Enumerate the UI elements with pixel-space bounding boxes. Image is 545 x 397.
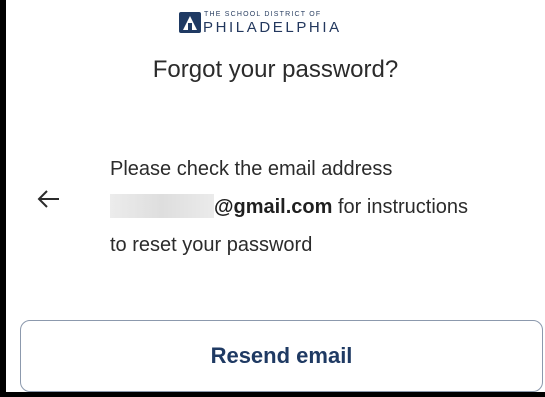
instructions-line-2: @gmail.com for instructions xyxy=(110,188,545,226)
district-logo-icon xyxy=(179,12,201,33)
redacted-email-user xyxy=(110,194,214,218)
back-button[interactable] xyxy=(34,184,64,214)
district-logo: THE SCHOOL DISTRICT OF PHILADELPHIA xyxy=(6,0,545,40)
email-domain: @gmail.com xyxy=(214,196,333,218)
instructions-line-3: to reset your password xyxy=(110,234,313,256)
page-title: Forgot your password? xyxy=(152,56,399,83)
instructions-line-1: Please check the email address xyxy=(110,158,393,180)
resend-email-button[interactable]: Resend email xyxy=(20,320,543,392)
forgot-password-panel: THE SCHOOL DISTRICT OF PHILADELPHIA Forg… xyxy=(6,0,545,392)
instructions-line-2-suffix: for instructions xyxy=(332,196,469,218)
logo-small-text: THE SCHOOL DISTRICT OF xyxy=(204,11,322,18)
arrow-left-icon xyxy=(37,190,59,208)
logo-district-name: PHILADELPHIA xyxy=(203,19,342,36)
reset-instructions: Please check the email address @gmail.co… xyxy=(110,150,545,264)
